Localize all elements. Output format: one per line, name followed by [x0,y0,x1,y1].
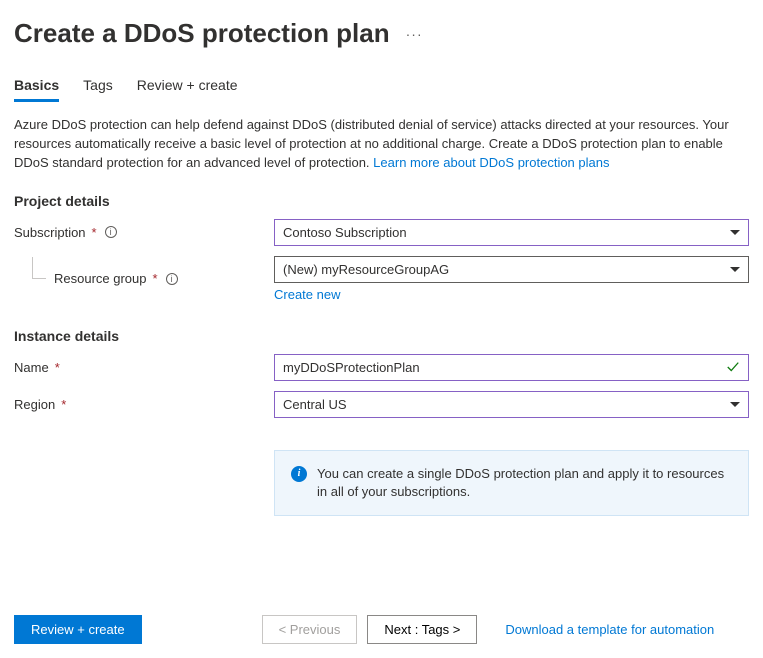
required-asterisk: * [92,225,97,240]
project-details-heading: Project details [14,193,749,209]
required-asterisk: * [153,271,158,286]
tab-tags[interactable]: Tags [83,77,113,102]
review-create-button[interactable]: Review + create [14,615,142,644]
instance-details-heading: Instance details [14,328,749,344]
tree-connector [32,257,46,279]
resource-group-label: Resource group * i [14,271,274,286]
info-icon[interactable]: i [105,226,117,238]
chevron-down-icon [730,402,740,407]
intro-body: Azure DDoS protection can help defend ag… [14,117,729,170]
more-icon[interactable]: ··· [406,26,423,42]
chevron-down-icon [730,230,740,235]
name-input[interactable]: myDDoSProtectionPlan [274,354,749,381]
info-icon[interactable]: i [166,273,178,285]
create-new-link[interactable]: Create new [274,287,340,302]
download-template-link[interactable]: Download a template for automation [505,622,714,637]
name-value: myDDoSProtectionPlan [283,360,420,375]
required-asterisk: * [61,397,66,412]
tabs: Basics Tags Review + create [14,77,749,102]
previous-button: < Previous [262,615,358,644]
learn-more-link[interactable]: Learn more about DDoS protection plans [373,155,609,170]
info-callout-text: You can create a single DDoS protection … [317,465,732,501]
tab-review[interactable]: Review + create [137,77,238,102]
info-circle-icon: i [291,466,307,482]
region-value: Central US [283,397,347,412]
resource-group-value: (New) myResourceGroupAG [283,262,449,277]
region-label: Region * [14,397,274,412]
subscription-dropdown[interactable]: Contoso Subscription [274,219,749,246]
required-asterisk: * [55,360,60,375]
footer-bar: Review + create < Previous Next : Tags >… [14,615,749,644]
page-title: Create a DDoS protection plan [14,18,390,49]
checkmark-icon [726,360,740,374]
resource-group-dropdown[interactable]: (New) myResourceGroupAG [274,256,749,283]
subscription-value: Contoso Subscription [283,225,407,240]
intro-text: Azure DDoS protection can help defend ag… [14,116,749,173]
next-button[interactable]: Next : Tags > [367,615,477,644]
info-callout: i You can create a single DDoS protectio… [274,450,749,516]
subscription-label: Subscription * i [14,225,274,240]
region-dropdown[interactable]: Central US [274,391,749,418]
tab-basics[interactable]: Basics [14,77,59,102]
chevron-down-icon [730,267,740,272]
name-label: Name * [14,360,274,375]
